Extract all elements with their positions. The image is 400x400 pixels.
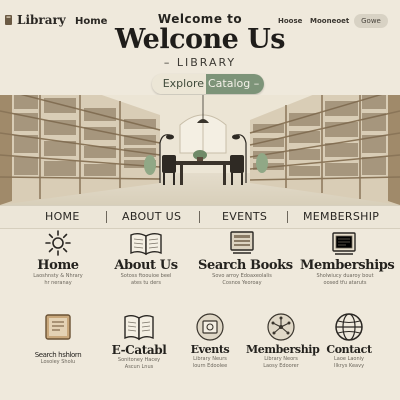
feature-description: Library Neurs [193,356,227,362]
book-icon [45,314,71,340]
sun-icon [45,230,71,256]
feature-title: Memberships [300,258,395,273]
feature-description: Cosnos Yeoroay [222,280,262,286]
main-navigation: HOME ABOUT US EVENTS MEMBERSHIP [0,205,400,229]
feature-description: Sotoss ftoouioe beel [120,273,172,279]
nav-tab-events[interactable]: EVENTS [222,210,267,223]
feature-card-home[interactable]: Home Laoshnsty & Nhrary hr neranay [20,230,96,287]
cta-right-label: Catalog – [206,74,264,94]
feature-title: E-Catabl [111,343,167,357]
feature-card-search-history[interactable]: Search hshlorn Losoiey Sholu [22,312,94,366]
explore-catalog-button[interactable]: Explore Catalog – [152,74,264,94]
library-interior-scene [0,95,400,205]
nav-divider [287,211,288,223]
feature-title: Search hshlorn [34,351,82,359]
open-book-icon [332,232,356,255]
feature-title: Events [190,343,230,356]
nav-tab-membership[interactable]: MEMBERSHIP [303,210,379,223]
ebook-icon [124,315,154,341]
globe-icon [335,313,363,341]
library-hero-illustration [0,95,400,205]
nav-divider [106,211,107,223]
feature-card-search-books[interactable]: Search Books Sovo arroy Edoaxeolalis Cos… [198,230,293,287]
feature-description: lourn Edoolee [192,363,228,369]
nav-tab-home[interactable]: HOME [45,210,80,223]
cta-left-label: Explore [152,74,206,94]
feature-description: Laosy Edoorer [263,363,299,369]
feature-card-memberships[interactable]: Memberships Sholwiucy duaroy bout oosed … [300,230,395,287]
feature-card-about-us[interactable]: About Us Sotoss ftoouioe beel ates tu de… [106,230,186,287]
hero-title: Welcone Us [115,24,285,55]
feature-description: Sovo arroy Edoaxeolalis [212,273,272,279]
nav-tab-about-us[interactable]: ABOUT US [122,210,181,223]
feature-description: Laoshnsty & Nhrary [33,273,83,279]
feature-card-events[interactable]: Events Library Neurs lourn Edoolee [180,312,240,370]
feature-title: Home [37,258,79,273]
book-stack-icon [230,231,254,254]
feature-title: Contact [326,343,372,356]
feature-description: oosed tfu ataruts [323,280,367,286]
feature-title: About Us [114,258,178,273]
feature-description: Sonitoney Hacey [117,357,161,363]
event-icon [196,313,224,341]
feature-description: Ilkrys Keavy [333,363,365,369]
feature-description: ates tu ders [131,280,161,286]
open-book-icon [130,233,162,256]
feature-title: Search Books [198,258,293,273]
feature-description: Laoe Laoniy [334,356,364,362]
feature-description: Sholwiucy duaroy bout [316,273,374,279]
network-icon [267,313,295,341]
feature-description: Ascun Lnus [124,364,154,370]
feature-card-contact[interactable]: Contact Laoe Laoniy Ilkrys Keavy [318,312,380,370]
feature-description: hr neranay [44,280,72,286]
hero-subtitle: – LIBRARY [163,56,237,69]
feature-title: Membership [246,343,320,356]
feature-card-membership[interactable]: Membership Library Neors Laosy Edoorer [246,312,320,370]
feature-description: Losoiey Sholu [40,359,76,365]
nav-divider [199,211,200,223]
feature-card-e-catalog[interactable]: E-Catabl Sonitoney Hacey Ascun Lnus [102,312,176,371]
feature-description: Library Neors [264,356,298,362]
